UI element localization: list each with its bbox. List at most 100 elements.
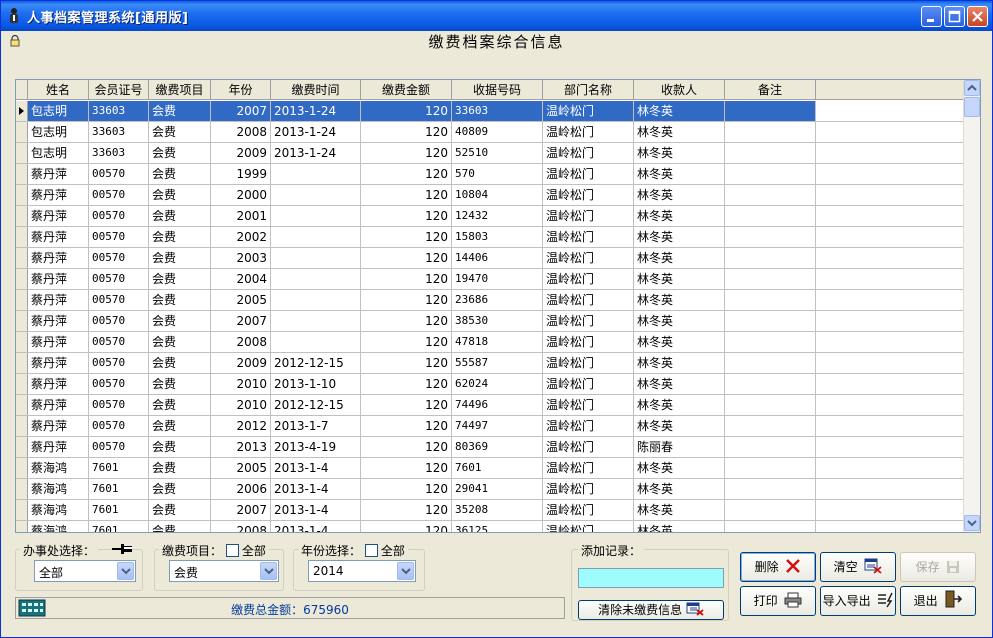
cell-name[interactable]: 蔡海鸿 xyxy=(28,458,89,478)
cell-pay-time[interactable]: 2013-1-24 xyxy=(271,122,361,142)
cell-member-id[interactable]: 00570 xyxy=(89,416,149,436)
vertical-scrollbar[interactable] xyxy=(963,80,980,532)
cell-remark[interactable] xyxy=(725,500,816,520)
cell-name[interactable]: 蔡丹萍 xyxy=(28,269,89,289)
fee-item-all-checkbox[interactable] xyxy=(225,544,239,557)
row-indicator[interactable] xyxy=(16,374,28,394)
delete-button[interactable]: 删除 xyxy=(740,552,816,582)
cell-pay-time[interactable]: 2013-1-24 xyxy=(271,143,361,163)
header-remark[interactable]: 备注 xyxy=(725,80,816,99)
cell-name[interactable]: 蔡丹萍 xyxy=(28,185,89,205)
office-select-dropdown[interactable] xyxy=(117,562,134,580)
cell-payee[interactable]: 林冬英 xyxy=(634,206,725,226)
title-bar[interactable]: 人事档案管理系统[通用版] xyxy=(1,1,992,31)
cell-pay-time[interactable]: 2013-1-4 xyxy=(271,458,361,478)
cell-member-id[interactable]: 00570 xyxy=(89,248,149,268)
cell-amount[interactable]: 120 xyxy=(361,458,452,478)
table-row[interactable]: 蔡丹萍 00570 会费 2000 120 10804 温岭松门 林冬英 xyxy=(16,185,964,206)
scroll-up-button[interactable] xyxy=(964,80,980,96)
cell-pay-time[interactable]: 2013-1-4 xyxy=(271,521,361,532)
cell-receipt-no[interactable]: 38530 xyxy=(452,311,543,331)
cell-department[interactable]: 温岭松门 xyxy=(543,206,634,226)
table-row[interactable]: 蔡丹萍 00570 会费 2003 120 14406 温岭松门 林冬英 xyxy=(16,248,964,269)
import-export-button[interactable]: 导入导出 xyxy=(820,586,896,616)
table-row[interactable]: 包志明 33603 会费 2007 2013-1-24 120 33603 温岭松门 林冬英 xyxy=(16,101,964,122)
row-indicator[interactable] xyxy=(16,437,28,457)
cell-remark[interactable] xyxy=(725,521,816,532)
cell-pay-time[interactable] xyxy=(271,311,361,331)
cell-payee[interactable]: 林冬英 xyxy=(634,458,725,478)
cell-payee[interactable]: 林冬英 xyxy=(634,332,725,352)
cell-fee-item[interactable]: 会费 xyxy=(149,290,211,310)
cell-remark[interactable] xyxy=(725,458,816,478)
row-indicator[interactable] xyxy=(16,416,28,436)
cell-year[interactable]: 2006 xyxy=(211,479,271,499)
cell-pay-time[interactable] xyxy=(271,185,361,205)
cell-pay-time[interactable]: 2013-1-4 xyxy=(271,479,361,499)
row-indicator[interactable] xyxy=(16,269,28,289)
cell-receipt-no[interactable]: 7601 xyxy=(452,458,543,478)
cell-amount[interactable]: 120 xyxy=(361,353,452,373)
table-row[interactable]: 蔡丹萍 00570 会费 2002 120 15803 温岭松门 林冬英 xyxy=(16,227,964,248)
cell-amount[interactable]: 120 xyxy=(361,437,452,457)
cell-payee[interactable]: 林冬英 xyxy=(634,248,725,268)
cell-remark[interactable] xyxy=(725,395,816,415)
cell-member-id[interactable]: 00570 xyxy=(89,332,149,352)
header-pay-time[interactable]: 缴费时间 xyxy=(271,80,361,99)
cell-year[interactable]: 2004 xyxy=(211,269,271,289)
cell-fee-item[interactable]: 会费 xyxy=(149,269,211,289)
cell-member-id[interactable]: 00570 xyxy=(89,290,149,310)
header-payee[interactable]: 收款人 xyxy=(634,80,725,99)
row-indicator[interactable] xyxy=(16,500,28,520)
cell-pay-time[interactable]: 2013-1-10 xyxy=(271,374,361,394)
cell-payee[interactable]: 林冬英 xyxy=(634,290,725,310)
cell-fee-item[interactable]: 会费 xyxy=(149,101,211,121)
cell-year[interactable]: 2008 xyxy=(211,122,271,142)
cell-department[interactable]: 温岭松门 xyxy=(543,521,634,532)
cell-remark[interactable] xyxy=(725,248,816,268)
cell-amount[interactable]: 120 xyxy=(361,122,452,142)
cell-payee[interactable]: 林冬英 xyxy=(634,521,725,532)
minimize-button[interactable] xyxy=(921,6,942,27)
cell-fee-item[interactable]: 会费 xyxy=(149,458,211,478)
close-button[interactable] xyxy=(967,6,988,27)
cell-year[interactable]: 2000 xyxy=(211,185,271,205)
cell-pay-time[interactable]: 2013-4-19 xyxy=(271,437,361,457)
cell-fee-item[interactable]: 会费 xyxy=(149,164,211,184)
cell-member-id[interactable]: 33603 xyxy=(89,143,149,163)
cell-name[interactable]: 蔡海鸿 xyxy=(28,500,89,520)
cell-amount[interactable]: 120 xyxy=(361,143,452,163)
cell-year[interactable]: 2013 xyxy=(211,437,271,457)
header-fee-item[interactable]: 缴费项目 xyxy=(149,80,211,99)
cell-fee-item[interactable]: 会费 xyxy=(149,143,211,163)
cell-member-id[interactable]: 00570 xyxy=(89,374,149,394)
cell-pay-time[interactable] xyxy=(271,248,361,268)
row-indicator[interactable] xyxy=(16,521,28,532)
cell-department[interactable]: 温岭松门 xyxy=(543,227,634,247)
cell-receipt-no[interactable]: 570 xyxy=(452,164,543,184)
cell-fee-item[interactable]: 会费 xyxy=(149,332,211,352)
cell-member-id[interactable]: 33603 xyxy=(89,122,149,142)
print-button[interactable]: 打印 xyxy=(740,586,816,616)
cell-name[interactable]: 蔡丹萍 xyxy=(28,332,89,352)
cell-member-id[interactable]: 7601 xyxy=(89,458,149,478)
cell-department[interactable]: 温岭松门 xyxy=(543,458,634,478)
cell-amount[interactable]: 120 xyxy=(361,248,452,268)
table-row[interactable]: 蔡海鸿 7601 会费 2006 2013-1-4 120 29041 温岭松门 林冬英 xyxy=(16,479,964,500)
cell-remark[interactable] xyxy=(725,164,816,184)
year-select-dropdown[interactable] xyxy=(397,562,414,580)
cell-name[interactable]: 包志明 xyxy=(28,101,89,121)
cell-amount[interactable]: 120 xyxy=(361,290,452,310)
cell-amount[interactable]: 120 xyxy=(361,185,452,205)
clear-button[interactable]: 清空 xyxy=(820,552,896,582)
cell-fee-item[interactable]: 会费 xyxy=(149,353,211,373)
cell-department[interactable]: 温岭松门 xyxy=(543,353,634,373)
cell-department[interactable]: 温岭松门 xyxy=(543,479,634,499)
cell-remark[interactable] xyxy=(725,101,816,121)
cell-name[interactable]: 蔡丹萍 xyxy=(28,227,89,247)
cell-receipt-no[interactable]: 19470 xyxy=(452,269,543,289)
cell-receipt-no[interactable]: 47818 xyxy=(452,332,543,352)
cell-year[interactable]: 2005 xyxy=(211,458,271,478)
cell-payee[interactable]: 陈丽春 xyxy=(634,437,725,457)
cell-amount[interactable]: 120 xyxy=(361,227,452,247)
